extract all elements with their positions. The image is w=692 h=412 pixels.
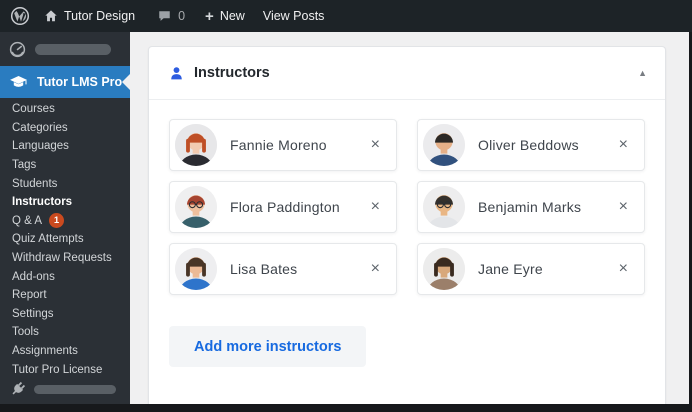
avatar bbox=[423, 124, 465, 166]
new-menu[interactable]: + New bbox=[205, 9, 245, 24]
instructor-name: Lisa Bates bbox=[230, 261, 298, 277]
sidebar-item-plugins[interactable] bbox=[0, 381, 116, 397]
instructor-cards: Fannie Moreno × Oliver Beddows × Flora P… bbox=[169, 119, 645, 295]
instructor-card: Benjamin Marks × bbox=[417, 181, 645, 233]
sidebar: Tutor LMS Pro Courses Categories Languag… bbox=[0, 32, 130, 404]
instructor-name: Benjamin Marks bbox=[478, 199, 582, 215]
dashboard-gauge-icon bbox=[9, 41, 26, 57]
sidebar-item[interactable]: Quiz Attempts bbox=[0, 230, 130, 249]
close-icon: × bbox=[370, 136, 380, 153]
sidebar-item[interactable]: Tags bbox=[0, 156, 130, 175]
blurred-menu-label bbox=[34, 384, 116, 394]
comment-bubble-icon bbox=[159, 11, 170, 21]
sidebar-item[interactable]: Categories bbox=[0, 119, 130, 138]
avatar bbox=[423, 248, 465, 290]
instructor-name: Flora Paddington bbox=[230, 199, 340, 215]
sidebar-item[interactable]: Add-ons bbox=[0, 267, 130, 286]
instructor-name: Oliver Beddows bbox=[478, 137, 579, 153]
wordpress-logo-icon[interactable] bbox=[10, 6, 30, 26]
sidebar-item-dashboard[interactable] bbox=[0, 32, 130, 66]
sidebar-item[interactable]: Students bbox=[0, 174, 130, 193]
sidebar-item[interactable]: Instructors bbox=[0, 193, 130, 212]
site-menu[interactable]: Tutor Design bbox=[44, 9, 135, 23]
notification-badge: 1 bbox=[49, 213, 65, 229]
avatar bbox=[175, 124, 217, 166]
instructor-card: Flora Paddington × bbox=[169, 181, 397, 233]
instructor-name: Fannie Moreno bbox=[230, 137, 327, 153]
remove-instructor-button[interactable]: × bbox=[369, 137, 382, 153]
chevron-up-icon: ▲ bbox=[638, 67, 647, 78]
sidebar-item[interactable]: Tutor Pro License bbox=[0, 360, 130, 379]
sidebar-item[interactable]: Settings bbox=[0, 305, 130, 324]
sidebar-item[interactable]: Assignments bbox=[0, 342, 130, 361]
plus-icon: + bbox=[205, 7, 214, 25]
instructor-user-icon bbox=[171, 66, 182, 79]
main-content: Instructors ▲ Fannie Moreno × Oliver Bed… bbox=[130, 32, 689, 404]
admin-bar: Tutor Design 0 + New View Posts bbox=[0, 0, 692, 32]
plugin-icon bbox=[12, 381, 26, 395]
sidebar-item[interactable]: Languages bbox=[0, 137, 130, 156]
panel-collapse-button[interactable]: ▲ bbox=[634, 65, 651, 82]
sidebar-item[interactable]: Tools bbox=[0, 323, 130, 342]
panel-title: Instructors bbox=[194, 65, 270, 81]
sidebar-item-tutor-lms-pro[interactable]: Tutor LMS Pro bbox=[0, 66, 130, 98]
new-label: New bbox=[219, 9, 245, 23]
instructor-name: Jane Eyre bbox=[478, 261, 543, 277]
panel-header: Instructors ▲ bbox=[149, 47, 665, 100]
close-icon: × bbox=[618, 136, 628, 153]
close-icon: × bbox=[618, 198, 628, 215]
home-icon bbox=[45, 10, 57, 22]
remove-instructor-button[interactable]: × bbox=[617, 137, 630, 153]
remove-instructor-button[interactable]: × bbox=[369, 261, 382, 277]
avatar bbox=[423, 186, 465, 228]
wordpress-admin-screen: Tutor Design 0 + New View Posts Tutor LM… bbox=[0, 0, 692, 412]
active-item-label: Tutor LMS Pro bbox=[37, 75, 123, 89]
close-icon: × bbox=[370, 260, 380, 277]
site-name: Tutor Design bbox=[64, 9, 136, 23]
add-more-instructors-button[interactable]: Add more instructors bbox=[169, 326, 367, 367]
instructor-card: Oliver Beddows × bbox=[417, 119, 645, 171]
remove-instructor-button[interactable]: × bbox=[617, 199, 630, 215]
graduation-cap-icon bbox=[10, 75, 27, 87]
sidebar-item[interactable]: Withdraw Requests bbox=[0, 249, 130, 268]
sidebar-menu: Courses Categories Languages Tags Studen… bbox=[0, 98, 130, 379]
instructor-card: Jane Eyre × bbox=[417, 243, 645, 295]
close-icon: × bbox=[370, 198, 380, 215]
sidebar-item[interactable]: Q & A 1 bbox=[0, 212, 130, 231]
instructor-card: Fannie Moreno × bbox=[169, 119, 397, 171]
close-icon: × bbox=[618, 260, 628, 277]
instructors-panel: Instructors ▲ Fannie Moreno × Oliver Bed… bbox=[148, 46, 666, 404]
comments-count: 0 bbox=[178, 9, 186, 23]
comments-menu[interactable]: 0 bbox=[157, 9, 185, 23]
remove-instructor-button[interactable]: × bbox=[617, 261, 630, 277]
remove-instructor-button[interactable]: × bbox=[369, 199, 382, 215]
panel-body: Fannie Moreno × Oliver Beddows × Flora P… bbox=[149, 100, 665, 367]
avatar bbox=[175, 248, 217, 290]
sidebar-item[interactable]: Courses bbox=[0, 100, 130, 119]
avatar bbox=[175, 186, 217, 228]
view-posts-menu[interactable]: View Posts bbox=[263, 9, 325, 23]
blurred-menu-label bbox=[35, 43, 111, 55]
instructor-card: Lisa Bates × bbox=[169, 243, 397, 295]
sidebar-item[interactable]: Report bbox=[0, 286, 130, 305]
